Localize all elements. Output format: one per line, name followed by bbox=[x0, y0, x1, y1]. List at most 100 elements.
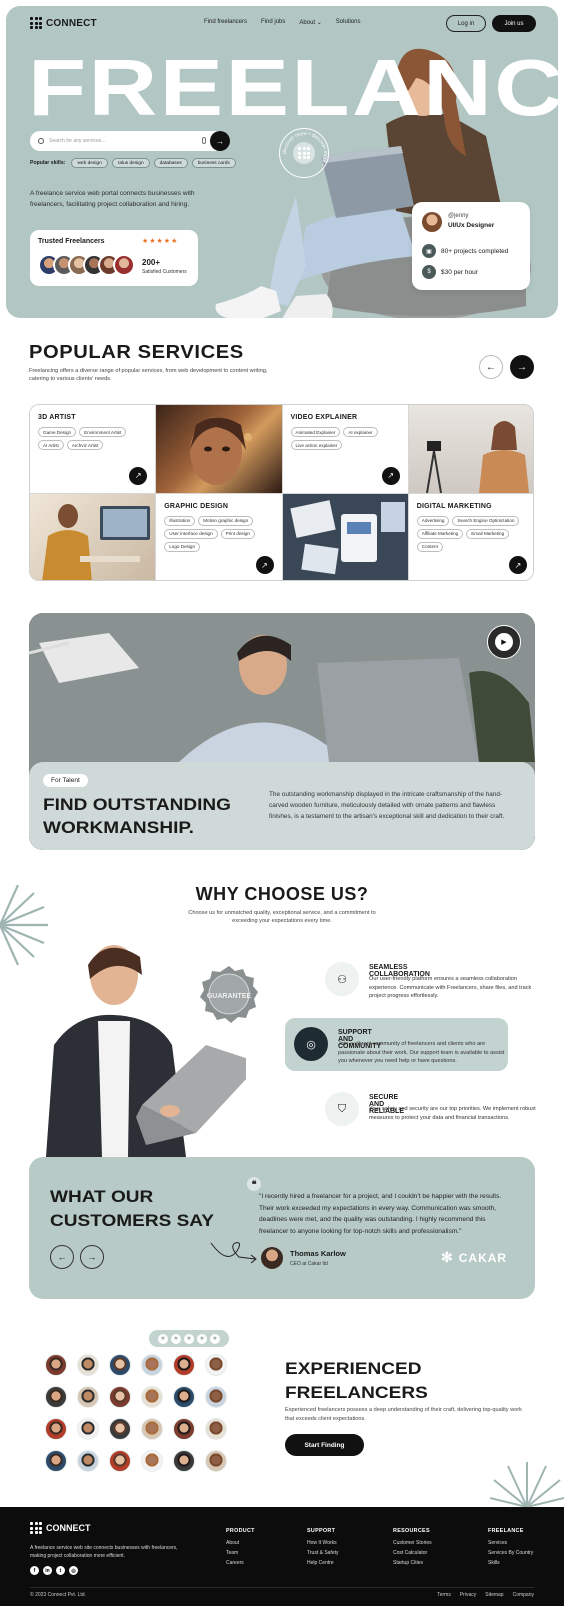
analytics-image bbox=[289, 499, 405, 574]
freelancer-avatar[interactable] bbox=[141, 1450, 163, 1472]
arrow-up-right-icon[interactable]: ↗ bbox=[509, 556, 527, 574]
freelancer-avatar[interactable] bbox=[77, 1418, 99, 1440]
facebook-icon[interactable]: f bbox=[30, 1566, 39, 1575]
talent-heading: FIND OUTSTANDING WORKMANSHIP. bbox=[43, 793, 231, 839]
arrow-up-right-icon[interactable]: ↗ bbox=[255, 556, 274, 574]
service-tag[interactable]: Logo Design bbox=[164, 541, 201, 552]
skill-chip[interactable]: databases bbox=[153, 158, 188, 168]
footer-link[interactable]: Services By Country bbox=[488, 1550, 533, 1556]
linkedin-icon[interactable]: in bbox=[43, 1566, 52, 1575]
service-tag[interactable]: AI Artist bbox=[38, 440, 64, 450]
freelancer-avatar[interactable] bbox=[173, 1386, 195, 1408]
freelancer-avatar[interactable] bbox=[109, 1386, 131, 1408]
service-tag[interactable]: Print design bbox=[220, 528, 255, 539]
service-tag[interactable]: Advertising bbox=[416, 515, 450, 526]
service-tag[interactable]: Game Design bbox=[38, 427, 77, 437]
skill-chip[interactable]: business cards bbox=[191, 158, 236, 168]
legal-link[interactable]: Sitemap bbox=[485, 1592, 503, 1598]
freelancer-avatar[interactable] bbox=[45, 1418, 67, 1440]
footer-link[interactable]: Skills bbox=[488, 1560, 533, 1566]
freelancer-avatar[interactable] bbox=[173, 1418, 195, 1440]
service-tag[interactable]: Environment Artist bbox=[79, 427, 127, 437]
nav-solutions[interactable]: Solutions bbox=[336, 19, 361, 26]
footer-link[interactable]: Careers bbox=[226, 1560, 255, 1566]
start-finding-button[interactable]: Start Finding bbox=[285, 1434, 364, 1456]
freelancer-avatar[interactable] bbox=[205, 1418, 227, 1440]
legal-link[interactable]: Privacy bbox=[460, 1592, 476, 1598]
footer-link[interactable]: Cost Calculator bbox=[393, 1550, 432, 1556]
freelancer-avatar[interactable] bbox=[45, 1450, 67, 1472]
service-card-graphic-design[interactable]: GRAPHIC DESIGN Illustration Motion graph… bbox=[156, 493, 283, 580]
service-tag[interactable]: Animated Explainer bbox=[290, 427, 341, 437]
footer-link[interactable]: Services bbox=[488, 1540, 533, 1546]
footer-link[interactable]: Trust & Safety bbox=[307, 1550, 339, 1556]
legal-link[interactable]: Terms bbox=[437, 1592, 451, 1598]
freelancer-avatar[interactable] bbox=[173, 1450, 195, 1472]
skill-chip[interactable]: ralus design bbox=[111, 158, 150, 168]
footer-column-title: RESOURCES bbox=[393, 1528, 430, 1534]
projects-completed: 80+ projects completed bbox=[441, 247, 509, 255]
footer-link[interactable]: Team bbox=[226, 1550, 255, 1556]
join-button[interactable]: Join us bbox=[492, 15, 536, 32]
service-tag[interactable]: Search Engine Optimization bbox=[452, 515, 520, 526]
feature-text: Your safety and security are our top pri… bbox=[369, 1106, 536, 1121]
freelancer-avatar[interactable] bbox=[205, 1354, 227, 1376]
service-tag[interactable]: Illustration bbox=[164, 515, 196, 526]
services-prev-button[interactable]: ← bbox=[479, 355, 503, 379]
freelancer-avatar[interactable] bbox=[141, 1354, 163, 1376]
login-button[interactable]: Log in bbox=[446, 15, 486, 32]
services-next-button[interactable]: → bbox=[510, 355, 534, 379]
service-tag[interactable]: Live action explainer bbox=[290, 440, 343, 450]
footer-link[interactable]: Customer Stories bbox=[393, 1540, 432, 1546]
nav-find-jobs[interactable]: Find jobs bbox=[261, 19, 285, 26]
service-card-video-explainer[interactable]: VIDEO EXPLAINER Animated Explainer AI ex… bbox=[282, 405, 409, 494]
testimonial-next-button[interactable]: → bbox=[80, 1245, 104, 1269]
service-tag[interactable]: Content bbox=[416, 541, 443, 552]
microphone-icon[interactable] bbox=[202, 137, 206, 144]
footer-logo[interactable]: CONNECT bbox=[30, 1522, 91, 1534]
twitter-icon[interactable]: t bbox=[56, 1566, 65, 1575]
arrow-up-right-icon[interactable]: ↗ bbox=[129, 466, 148, 485]
experienced-heading-line: EXPERIENCED bbox=[285, 1359, 422, 1378]
instagram-icon[interactable]: ◎ bbox=[69, 1566, 78, 1575]
footer-link[interactable]: Startup Cities bbox=[393, 1560, 432, 1566]
skill-chip[interactable]: web design bbox=[71, 158, 108, 168]
search-bar[interactable]: Search for any services... → bbox=[30, 131, 230, 151]
freelancer-avatar[interactable] bbox=[109, 1450, 131, 1472]
footer-link[interactable]: How It Works bbox=[307, 1540, 339, 1546]
freelancer-avatar[interactable] bbox=[141, 1418, 163, 1440]
freelancer-avatar[interactable] bbox=[45, 1354, 67, 1376]
freelancer-avatar[interactable] bbox=[173, 1354, 195, 1376]
discover-more-badge[interactable]: discover more • discover more • bbox=[279, 128, 329, 178]
freelancer-avatar[interactable] bbox=[45, 1386, 67, 1408]
freelancer-avatar[interactable] bbox=[205, 1450, 227, 1472]
freelancer-profile-card[interactable]: @jenny UI/Ux Designer ▣ 80+ projects com… bbox=[412, 202, 530, 290]
service-tag[interactable]: Motion graphic design bbox=[198, 515, 254, 526]
legal-link[interactable]: Company bbox=[513, 1592, 534, 1598]
footer-link[interactable]: About bbox=[226, 1540, 255, 1546]
freelancer-avatar[interactable] bbox=[77, 1354, 99, 1376]
service-card-digital-marketing[interactable]: DIGITAL MARKETING Advertising Search Eng… bbox=[408, 493, 533, 580]
freelancer-avatar[interactable] bbox=[109, 1354, 131, 1376]
freelancer-avatar[interactable] bbox=[109, 1418, 131, 1440]
service-tag[interactable]: Affiliate Marketing bbox=[416, 528, 464, 539]
nav-find-freelancers[interactable]: Find freelancers bbox=[204, 19, 247, 26]
service-card-3d-artist[interactable]: 3D ARTIST Game Design Environment Artist… bbox=[30, 405, 157, 494]
service-tag[interactable]: Email Marketing bbox=[466, 528, 510, 539]
play-video-badge[interactable]: ▶ bbox=[487, 625, 521, 659]
arrow-up-right-icon[interactable]: ↗ bbox=[381, 466, 400, 485]
footer-link[interactable]: Help Centre bbox=[307, 1560, 339, 1566]
brand-logo[interactable]: CONNECT bbox=[30, 17, 97, 29]
freelancer-avatar[interactable] bbox=[205, 1386, 227, 1408]
service-tag[interactable]: Archviz Artist bbox=[66, 440, 104, 450]
search-submit-button[interactable]: → bbox=[210, 131, 230, 151]
service-tag[interactable]: AI explainer bbox=[343, 427, 378, 437]
freelancer-avatar[interactable] bbox=[141, 1386, 163, 1408]
service-tag[interactable]: User interface design bbox=[164, 528, 218, 539]
freelancer-avatar[interactable] bbox=[77, 1386, 99, 1408]
footer-column-support: SUPPORT How It Works Trust & Safety Help… bbox=[307, 1528, 339, 1570]
testimonial-prev-button[interactable]: ← bbox=[50, 1245, 74, 1269]
search-input[interactable]: Search for any services... bbox=[49, 138, 105, 144]
nav-about[interactable]: About ⌄ bbox=[299, 19, 321, 26]
freelancer-avatar[interactable] bbox=[77, 1450, 99, 1472]
